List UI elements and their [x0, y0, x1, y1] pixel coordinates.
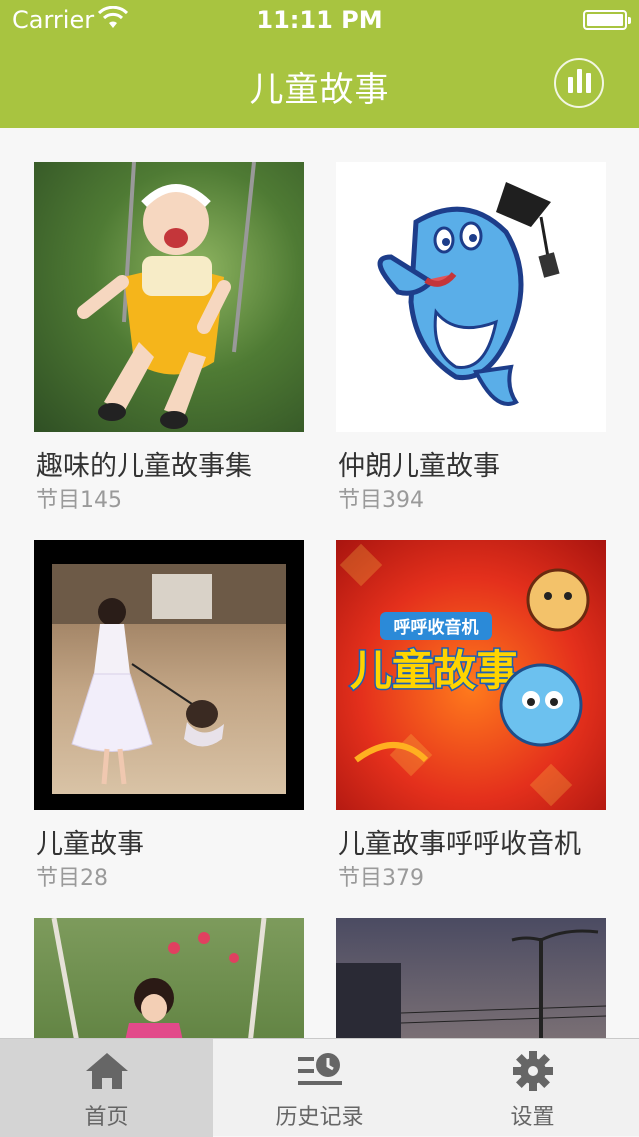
episode-count: 节目145 — [36, 488, 122, 513]
album-card[interactable]: 呼呼收音机 儿童故事 儿童故事呼呼收音机 节目379 — [336, 540, 606, 891]
tab-bar: 首页 历史记录 设置 — [0, 1038, 639, 1137]
episode-count: 节目379 — [338, 866, 424, 891]
album-card[interactable] — [336, 918, 606, 1038]
tab-label: 首页 — [84, 1105, 129, 1130]
tab-home[interactable]: 首页 — [0, 1039, 213, 1137]
home-icon — [85, 1053, 128, 1089]
album-cover[interactable] — [336, 918, 606, 1038]
page-title: 儿童故事 — [249, 70, 390, 110]
girl-with-dog-image — [52, 564, 286, 794]
tab-settings[interactable]: 设置 — [426, 1039, 639, 1137]
album-cover[interactable] — [336, 162, 606, 432]
album-title: 趣味的儿童故事集 — [36, 451, 252, 482]
status-bar: Carrier 11:11 PM — [0, 0, 639, 40]
album-title: 儿童故事 — [36, 829, 144, 860]
album-cover[interactable] — [34, 162, 304, 432]
girl-tree-image — [51, 918, 267, 1038]
album-card[interactable]: 趣味的儿童故事集 节目145 — [34, 162, 304, 513]
album-card[interactable] — [34, 918, 304, 1038]
banner-big-text: 儿童故事 — [350, 646, 518, 695]
tab-history[interactable]: 历史记录 — [213, 1039, 426, 1137]
tab-label: 历史记录 — [275, 1105, 364, 1130]
status-time: 11:11 PM — [256, 6, 383, 34]
history-icon — [297, 1053, 342, 1085]
album-cover[interactable] — [34, 918, 304, 1038]
gear-icon — [512, 1051, 553, 1091]
album-title: 儿童故事呼呼收音机 — [338, 829, 581, 860]
radio-banner-image: 呼呼收音机 儿童故事 — [339, 543, 590, 807]
equalizer-icon[interactable] — [554, 58, 604, 108]
album-cover[interactable]: 呼呼收音机 儿童故事 — [336, 540, 606, 810]
episode-count: 节目394 — [338, 488, 424, 513]
episode-count: 节目28 — [36, 866, 108, 891]
dolphin-mascot-image — [377, 182, 560, 406]
banner-small-text: 呼呼收音机 — [394, 617, 479, 638]
album-card[interactable]: 仲朗儿童故事 节目394 — [336, 162, 606, 513]
baby-swing-image — [77, 162, 256, 429]
album-cover[interactable] — [34, 540, 304, 810]
battery-icon — [583, 10, 631, 30]
top-bar: Carrier 11:11 PM 儿童故事 — [0, 0, 639, 128]
album-grid: 趣味的儿童故事集 节目145 仲朗儿童故事 节目394 儿童故事 节目28 呼呼… — [0, 128, 639, 1038]
street-lamp-image — [336, 929, 606, 1038]
album-title: 仲朗儿童故事 — [338, 451, 500, 482]
tab-label: 设置 — [510, 1105, 555, 1130]
album-card[interactable]: 儿童故事 节目28 — [34, 540, 304, 891]
